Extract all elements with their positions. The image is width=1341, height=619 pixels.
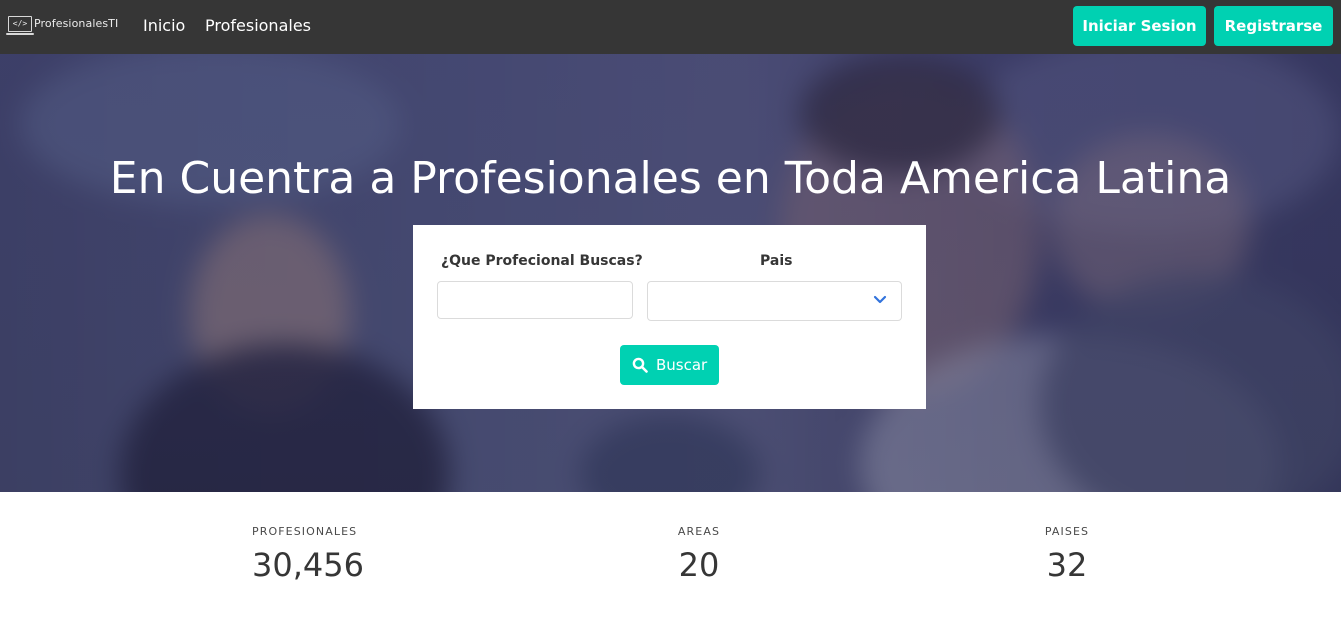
- stat-value: 32: [1046, 546, 1088, 584]
- code-monitor-icon: </>: [8, 16, 32, 32]
- nav-link-profesionales[interactable]: Profesionales: [205, 16, 311, 35]
- register-button[interactable]: Registrarse: [1214, 6, 1333, 46]
- brand-name: ProfesionalesTI: [34, 17, 119, 30]
- monitor-stand: [6, 33, 34, 35]
- profession-input[interactable]: [437, 281, 633, 319]
- stat-heading: PAISES: [1044, 525, 1090, 538]
- stat-value: 20: [678, 546, 720, 584]
- search-button[interactable]: Buscar: [620, 345, 719, 385]
- stat-heading: PROFESIONALES: [252, 525, 358, 538]
- stat-profesionales: PROFESIONALES 30,456: [252, 525, 364, 584]
- search-card: ¿Que Profecional Buscas? Pais Buscar: [413, 225, 926, 409]
- country-select[interactable]: [647, 281, 902, 321]
- stat-heading: AREAS: [677, 525, 721, 538]
- stat-value: 30,456: [252, 546, 364, 584]
- country-label: Pais: [760, 253, 793, 269]
- login-button[interactable]: Iniciar Sesion: [1073, 6, 1206, 46]
- hero-title: En Cuentra a Profesionales en Toda Ameri…: [109, 153, 1232, 204]
- search-icon: [632, 357, 648, 373]
- stat-paises: PAISES 32: [1017, 525, 1117, 584]
- stat-areas: AREAS 20: [649, 525, 749, 584]
- profession-label: ¿Que Profecional Buscas?: [441, 253, 643, 269]
- navbar: </> ProfesionalesTI Inicio Profesionales…: [0, 0, 1341, 54]
- search-button-label: Buscar: [656, 356, 708, 374]
- nav-link-inicio[interactable]: Inicio: [143, 16, 185, 35]
- chevron-down-icon: [873, 295, 887, 304]
